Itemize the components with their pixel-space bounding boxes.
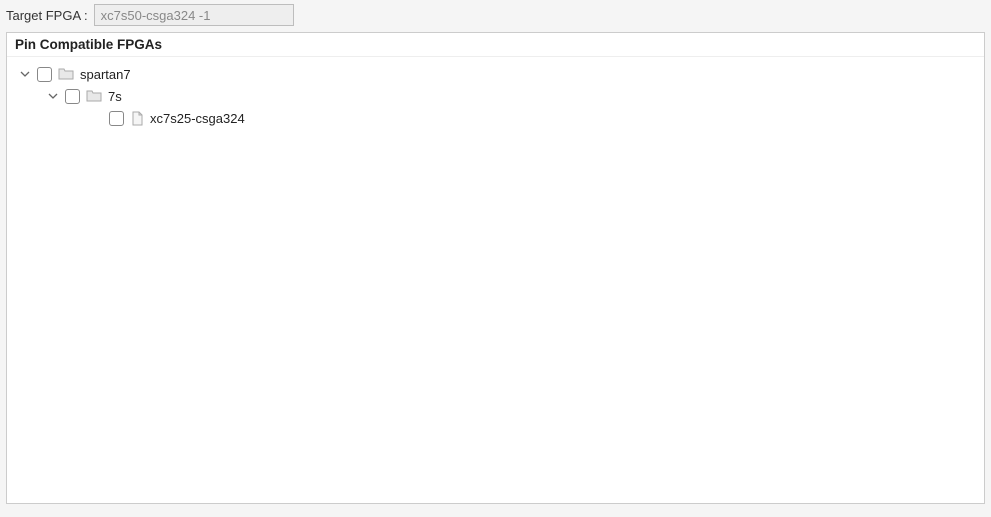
- target-fpga-input[interactable]: [94, 4, 294, 26]
- checkbox-spartan7[interactable]: [37, 67, 52, 82]
- checkbox-xc7s25[interactable]: [109, 111, 124, 126]
- chevron-down-icon[interactable]: [19, 68, 31, 80]
- tree-node-spartan7[interactable]: spartan7: [13, 63, 978, 85]
- tree-node-xc7s25[interactable]: xc7s25-csga324: [13, 107, 978, 129]
- tree-node-label: spartan7: [78, 67, 131, 82]
- panel-title: Pin Compatible FPGAs: [7, 33, 984, 57]
- file-icon: [130, 110, 144, 126]
- tree-node-label: 7s: [106, 89, 122, 104]
- chevron-placeholder: [91, 112, 103, 124]
- pin-compatible-panel: Pin Compatible FPGAs spartan7 7s: [6, 32, 985, 504]
- fpga-tree: spartan7 7s xc7s25-csga324: [7, 57, 984, 503]
- checkbox-7s[interactable]: [65, 89, 80, 104]
- chevron-down-icon[interactable]: [47, 90, 59, 102]
- tree-node-label: xc7s25-csga324: [148, 111, 245, 126]
- folder-icon: [58, 67, 74, 81]
- folder-icon: [86, 89, 102, 103]
- tree-node-7s[interactable]: 7s: [13, 85, 978, 107]
- target-fpga-row: Target FPGA :: [0, 0, 991, 32]
- target-fpga-label: Target FPGA :: [6, 8, 88, 23]
